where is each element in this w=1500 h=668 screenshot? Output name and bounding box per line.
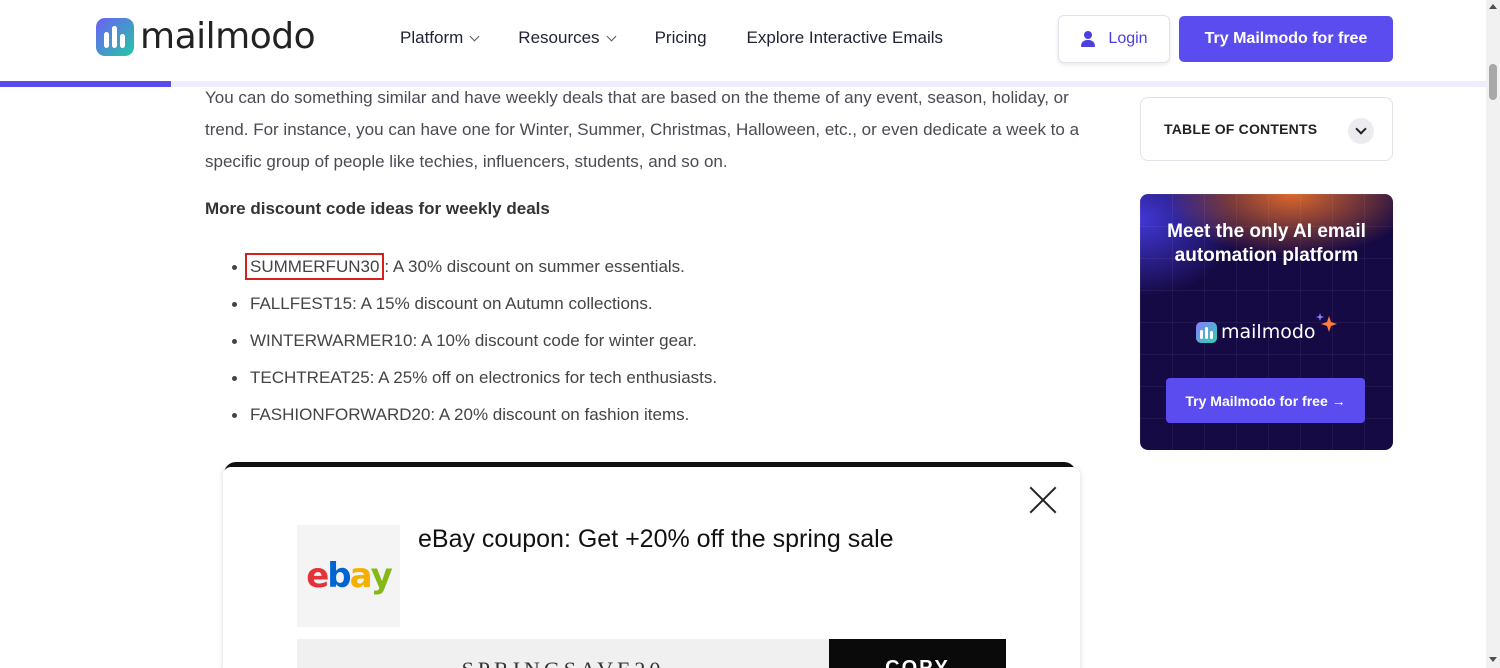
- ebay-logo: ebay: [297, 525, 400, 627]
- list-item: FASHIONFORWARD20: A 20% discount on fash…: [232, 398, 717, 435]
- logo-text: mailmodo: [140, 16, 316, 57]
- ebay-letter-e: e: [306, 556, 329, 596]
- nav-platform[interactable]: Platform: [400, 28, 480, 48]
- reading-progress-fill: [0, 81, 171, 87]
- nav-resources[interactable]: Resources: [518, 28, 617, 48]
- deal-code: FASHIONFORWARD20: [250, 405, 431, 424]
- toc-label: TABLE OF CONTENTS: [1164, 121, 1318, 137]
- ebay-letter-a: a: [349, 556, 373, 596]
- mailmodo-logo-icon: [1196, 321, 1217, 343]
- sparkle-icon: [1316, 313, 1337, 332]
- list-item: FALLFEST15: A 15% discount on Autumn col…: [232, 287, 717, 324]
- chevron-down-icon: [606, 31, 617, 41]
- scroll-up-arrow-icon[interactable]: [1489, 4, 1497, 9]
- coupon-title: eBay coupon: Get +20% off the spring sal…: [418, 525, 894, 553]
- page-scrollbar[interactable]: [1486, 0, 1500, 668]
- article-paragraph: You can do something similar and have we…: [205, 88, 1080, 171]
- deal-list: SUMMERFUN30: A 30% discount on summer es…: [232, 250, 717, 435]
- chevron-down-icon: [469, 31, 480, 41]
- deal-code-highlighted: SUMMERFUN30: [245, 253, 385, 280]
- site-header: mailmodo Platform Resources Pricing Expl…: [0, 0, 1486, 80]
- main-nav: Platform Resources Pricing Explore Inter…: [400, 28, 983, 48]
- deal-code: WINTERWARMER10: [250, 331, 413, 350]
- close-icon[interactable]: [1029, 485, 1057, 513]
- deal-description: : A 30% discount on summer essentials.: [384, 257, 685, 276]
- deal-description: : A 10% discount code for winter gear.: [412, 331, 697, 350]
- deal-description: : A 20% discount on fashion items.: [430, 405, 690, 424]
- list-item: SUMMERFUN30: A 30% discount on summer es…: [232, 250, 717, 287]
- coupon-code: SPRINGSAVE20: [297, 639, 829, 668]
- nav-explore-label: Explore Interactive Emails: [746, 28, 944, 47]
- promo-mailmodo-logo: mailmodo: [1196, 321, 1316, 343]
- section-subheading: More discount code ideas for weekly deal…: [205, 199, 550, 218]
- list-item: WINTERWARMER10: A 10% discount code for …: [232, 324, 717, 361]
- mailmodo-logo-icon: [96, 18, 134, 56]
- scrollbar-thumb[interactable]: [1489, 64, 1497, 100]
- promo-banner: Meet the only AI email automation platfo…: [1140, 194, 1393, 450]
- try-free-button[interactable]: Try Mailmodo for free: [1179, 16, 1393, 62]
- list-item: TECHTREAT25: A 25% off on electronics fo…: [232, 361, 717, 398]
- deal-code: FALLFEST15: [250, 294, 353, 313]
- table-of-contents[interactable]: TABLE OF CONTENTS: [1140, 97, 1393, 161]
- nav-platform-label: Platform: [400, 28, 464, 47]
- chevron-down-icon[interactable]: [1348, 118, 1374, 144]
- promo-try-free-button[interactable]: Try Mailmodo for free →: [1166, 378, 1365, 423]
- deal-description: : A 15% discount on Autumn collections.: [352, 294, 653, 313]
- nav-pricing[interactable]: Pricing: [655, 28, 707, 48]
- scroll-down-arrow-icon[interactable]: [1489, 657, 1497, 662]
- deal-description: : A 25% off on electronics for tech enth…: [369, 368, 718, 387]
- coupon-card: ebay eBay coupon: Get +20% off the sprin…: [223, 467, 1080, 668]
- copy-code-button[interactable]: COPY: [829, 639, 1006, 668]
- user-icon: [1080, 31, 1096, 47]
- deal-code: TECHTREAT25: [250, 368, 370, 387]
- ebay-letter-b: b: [327, 556, 351, 596]
- promo-logo-text: mailmodo: [1221, 321, 1316, 343]
- nav-resources-label: Resources: [518, 28, 600, 47]
- mailmodo-logo[interactable]: mailmodo: [96, 16, 316, 57]
- ebay-letter-y: y: [370, 556, 393, 596]
- promo-title: Meet the only AI email automation platfo…: [1167, 221, 1366, 266]
- login-button[interactable]: Login: [1058, 15, 1170, 63]
- nav-pricing-label: Pricing: [654, 28, 707, 47]
- nav-explore-interactive-emails[interactable]: Explore Interactive Emails: [747, 28, 944, 48]
- login-label: Login: [1108, 30, 1148, 47]
